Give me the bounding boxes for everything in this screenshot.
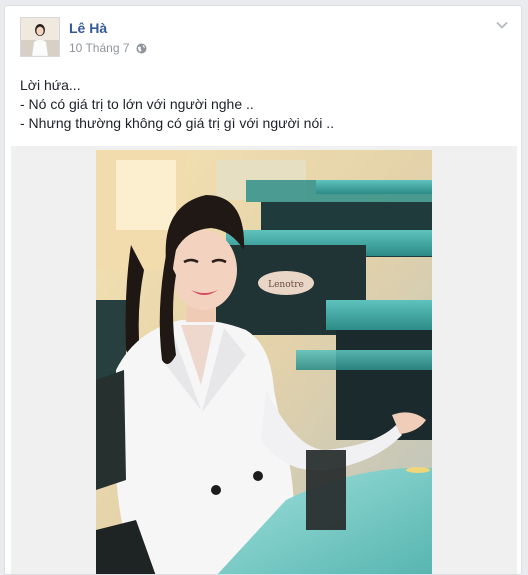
post-photo[interactable]: Lenotre xyxy=(96,150,432,574)
post-text-line: Lời hứa... xyxy=(20,77,81,93)
globe-icon[interactable] xyxy=(136,43,147,54)
author-avatar[interactable] xyxy=(20,17,60,57)
author-name[interactable]: Lê Hà xyxy=(69,20,107,36)
cafe-sign-text: Lenotre xyxy=(268,280,304,290)
post-card: Lê Hà 10 Tháng 7 Lời hứa... - Nó có giá … xyxy=(4,5,522,575)
post-timestamp[interactable]: 10 Tháng 7 xyxy=(69,41,130,55)
post-text: Lời hứa... - Nó có giá trị to lớn với ng… xyxy=(20,76,510,133)
post-text-line: - Nó có giá trị to lớn với người nghe .. xyxy=(20,96,254,112)
post-photo-area[interactable]: Lenotre xyxy=(11,146,517,574)
post-text-line: - Nhưng thường không có giá trị gì với n… xyxy=(20,115,335,131)
post-meta: 10 Tháng 7 xyxy=(69,41,147,55)
chevron-down-icon[interactable] xyxy=(495,18,509,32)
